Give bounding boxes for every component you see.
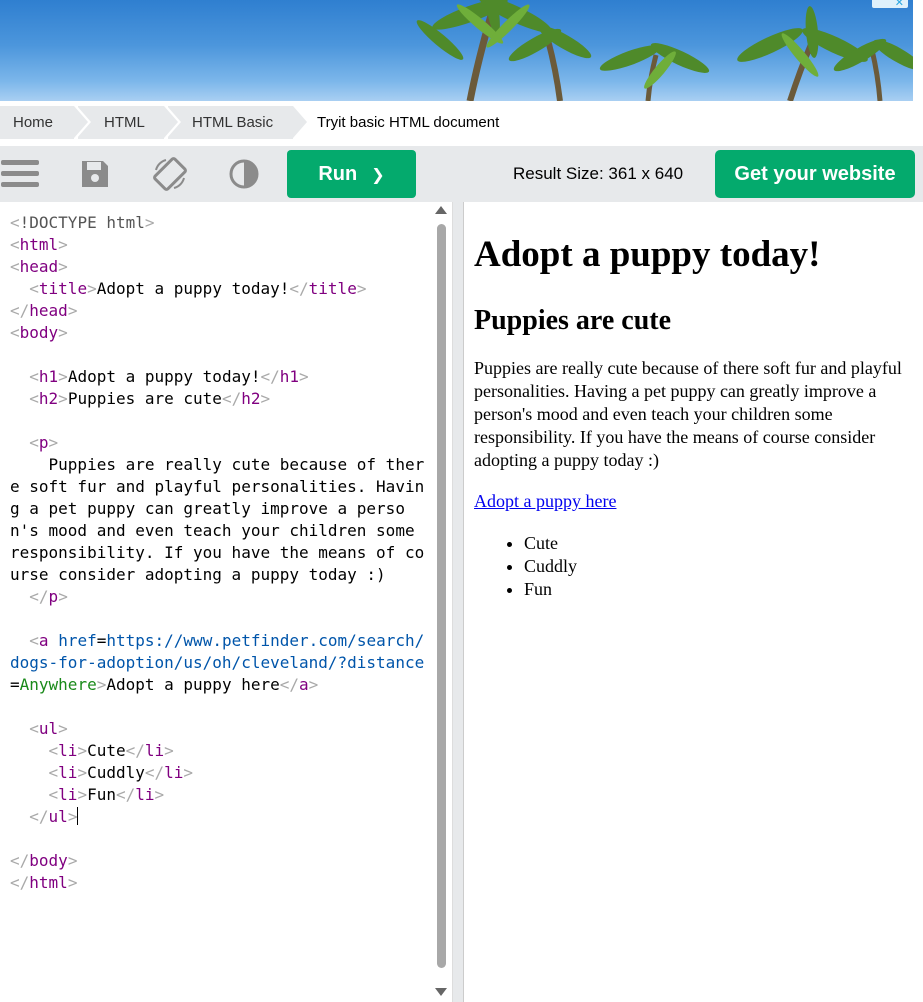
code-line[interactable]: <li>Cuddly</li>: [10, 762, 430, 784]
save-icon[interactable]: [75, 154, 115, 194]
code-line[interactable]: <!DOCTYPE html>: [10, 212, 430, 234]
code-line[interactable]: </ul>: [10, 806, 430, 828]
get-your-website-button[interactable]: Get your website: [715, 150, 915, 198]
result-frame: Adopt a puppy today! Puppies are cute Pu…: [463, 202, 923, 1002]
chevron-right-icon: ❯: [371, 164, 385, 184]
list-item: Cuddly: [524, 555, 913, 578]
code-line[interactable]: <title>Adopt a puppy today!</title>: [10, 278, 430, 300]
code-line[interactable]: <h2>Puppies are cute</h2>: [10, 388, 430, 410]
code-line[interactable]: ​: [10, 696, 430, 718]
breadcrumb-label: Home: [13, 114, 54, 131]
result-heading-2: Puppies are cute: [474, 304, 672, 336]
code-line[interactable]: </head>: [10, 300, 430, 322]
breadcrumb-item-html-basic[interactable]: HTML Basic: [168, 106, 310, 139]
rotate-icon[interactable]: [150, 154, 190, 194]
code-line[interactable]: <p>: [10, 432, 430, 454]
scroll-thumb[interactable]: [437, 224, 446, 968]
code-line[interactable]: <h1>Adopt a puppy today!</h1>: [10, 366, 430, 388]
code-line[interactable]: <li>Cute</li>: [10, 740, 430, 762]
run-label: Run: [318, 162, 358, 185]
menu-icon[interactable]: [0, 154, 40, 194]
code-line[interactable]: <head>: [10, 256, 430, 278]
code-line[interactable]: </body>: [10, 850, 430, 872]
list-item: Cute: [524, 532, 913, 555]
contrast-icon[interactable]: [224, 154, 264, 194]
close-icon[interactable]: ✕: [895, 0, 904, 9]
result-heading-1: Adopt a puppy today!: [474, 234, 821, 275]
ad-close-button[interactable]: ✕: [872, 0, 908, 9]
breadcrumb-item-home[interactable]: Home: [0, 106, 91, 139]
ad-palm-image: [416, 0, 913, 101]
code-line[interactable]: ​: [10, 608, 430, 630]
code-line[interactable]: </html>: [10, 872, 430, 894]
scroll-down-arrow-icon[interactable]: [435, 988, 447, 996]
result-paragraph: Puppies are really cute because of there…: [474, 357, 902, 470]
result-list: Cute Cuddly Fun: [474, 532, 913, 601]
adopt-puppy-link[interactable]: Adopt a puppy here: [474, 491, 616, 512]
scroll-up-arrow-icon[interactable]: [435, 206, 447, 214]
code-line[interactable]: <a href=https://www.petfinder.com/search…: [10, 630, 430, 696]
ad-banner[interactable]: ✕: [0, 0, 913, 101]
code-text[interactable]: <!DOCTYPE html> <html> <head> <title>Adopt…: [10, 212, 430, 894]
code-line[interactable]: ​: [10, 410, 430, 432]
text-cursor: [77, 807, 79, 825]
breadcrumb: Home HTML HTML Basic Tryit basic HTML do…: [0, 106, 923, 139]
code-line[interactable]: <html>: [10, 234, 430, 256]
code-line[interactable]: ​: [10, 344, 430, 366]
code-line[interactable]: <body>: [10, 322, 430, 344]
code-line[interactable]: ​: [10, 828, 430, 850]
panel-divider[interactable]: [453, 202, 463, 1002]
list-item: Fun: [524, 578, 913, 601]
code-line[interactable]: <ul>: [10, 718, 430, 740]
toolbar: Run ❯ Result Size: 361 x 640 Get your we…: [0, 146, 923, 202]
code-line[interactable]: </p>: [10, 586, 430, 608]
breadcrumb-current: Tryit basic HTML document: [317, 114, 500, 131]
code-line[interactable]: Puppies are really cute because of there…: [10, 454, 430, 586]
breadcrumb-label: HTML: [104, 114, 145, 131]
result-size-label: Result Size: 361 x 640: [513, 164, 684, 183]
breadcrumb-label: HTML Basic: [192, 114, 274, 131]
code-editor[interactable]: <!DOCTYPE html> <html> <head> <title>Adopt…: [0, 202, 453, 1002]
code-line[interactable]: <li>Fun</li>: [10, 784, 430, 806]
run-button[interactable]: Run ❯: [287, 150, 416, 198]
